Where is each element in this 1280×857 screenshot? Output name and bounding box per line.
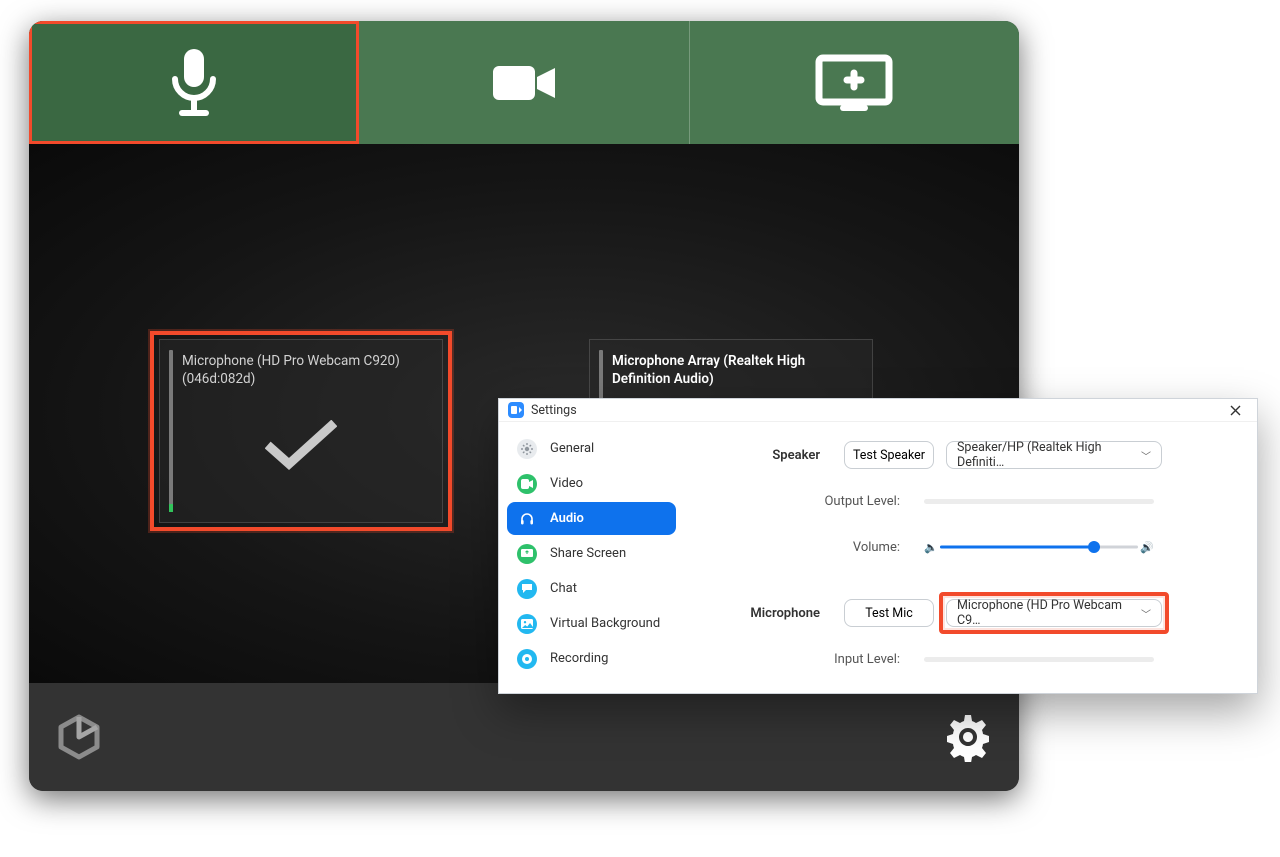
test-mic-button[interactable]: Test Mic [844, 599, 934, 627]
sidebar-label: Video [550, 476, 583, 491]
input-level-meter [924, 657, 1154, 662]
sidebar-label: Audio [550, 511, 584, 526]
sidebar-label: General [550, 441, 594, 456]
mic-source-selected-sub: (046d:082d) [182, 370, 428, 388]
chevron-down-icon: ﹀ [1141, 606, 1151, 621]
microphone-section-label: Microphone [724, 606, 844, 621]
tab-video[interactable] [359, 21, 689, 144]
sidebar-item-virtual-background[interactable]: Virtual Background [507, 607, 676, 640]
input-level-label: Input Level: [724, 652, 924, 667]
mic-source-selected-title: Microphone (HD Pro Webcam C920) [182, 352, 428, 370]
settings-window: Settings General Video [498, 398, 1258, 694]
gear-icon [517, 439, 537, 459]
source-tabs [29, 21, 1019, 144]
volume-high-icon: 🔊 [1140, 541, 1154, 554]
mic-source-other-title: Microphone Array (Realtek High Definitio… [612, 352, 858, 388]
sidebar-item-share-screen[interactable]: Share Screen [507, 537, 676, 570]
picture-icon [517, 614, 537, 634]
microphone-device-value: Microphone (HD Pro Webcam C9… [957, 598, 1141, 628]
settings-content: Speaker Test Speaker Speaker/HP (Realtek… [684, 422, 1257, 696]
speaker-section-label: Speaker [724, 448, 844, 463]
video-camera-icon [489, 59, 559, 107]
sidebar-label: Share Screen [550, 546, 626, 561]
share-screen-icon [815, 54, 893, 112]
app-logo-icon [55, 713, 103, 761]
output-level-meter [924, 499, 1154, 504]
sidebar-item-video[interactable]: Video [507, 467, 676, 500]
volume-label: Volume: [724, 540, 924, 555]
sidebar-item-general[interactable]: General [507, 432, 676, 465]
microphone-icon [165, 47, 223, 119]
video-camera-icon [517, 474, 537, 494]
chat-icon [517, 579, 537, 599]
tab-audio[interactable] [29, 21, 359, 144]
record-icon [517, 649, 537, 669]
sidebar-item-chat[interactable]: Chat [507, 572, 676, 605]
settings-window-title: Settings [531, 403, 577, 418]
sidebar-item-audio[interactable]: Audio [507, 502, 676, 535]
tab-share-screen[interactable] [690, 21, 1019, 144]
check-icon [265, 420, 337, 472]
share-screen-small-icon [517, 544, 537, 564]
close-icon [1230, 405, 1241, 416]
headset-icon [517, 509, 537, 529]
speaker-device-value: Speaker/HP (Realtek High Definiti… [957, 440, 1141, 470]
sidebar-label: Chat [550, 581, 577, 596]
chevron-down-icon: ﹀ [1141, 448, 1151, 463]
volume-low-icon: 🔈 [924, 541, 938, 554]
settings-button[interactable] [943, 712, 993, 762]
sidebar-item-recording[interactable]: Recording [507, 642, 676, 675]
sidebar-label: Virtual Background [550, 616, 660, 631]
app-footer [29, 683, 1019, 791]
microphone-device-dropdown[interactable]: Microphone (HD Pro Webcam C9… ﹀ [946, 599, 1162, 627]
mic-source-selected-card[interactable]: Microphone (HD Pro Webcam C920) (046d:08… [159, 339, 443, 523]
gear-icon [943, 712, 993, 762]
settings-sidebar: General Video Audio Share Screen [499, 422, 684, 696]
zoom-app-icon [508, 402, 524, 418]
output-level-label: Output Level: [724, 494, 924, 509]
sidebar-label: Recording [550, 651, 608, 666]
close-button[interactable] [1221, 399, 1249, 421]
speaker-device-dropdown[interactable]: Speaker/HP (Realtek High Definiti… ﹀ [946, 441, 1162, 469]
volume-slider[interactable]: 🔈 🔊 [924, 537, 1154, 557]
test-speaker-button[interactable]: Test Speaker [844, 441, 934, 469]
settings-titlebar: Settings [499, 399, 1257, 422]
